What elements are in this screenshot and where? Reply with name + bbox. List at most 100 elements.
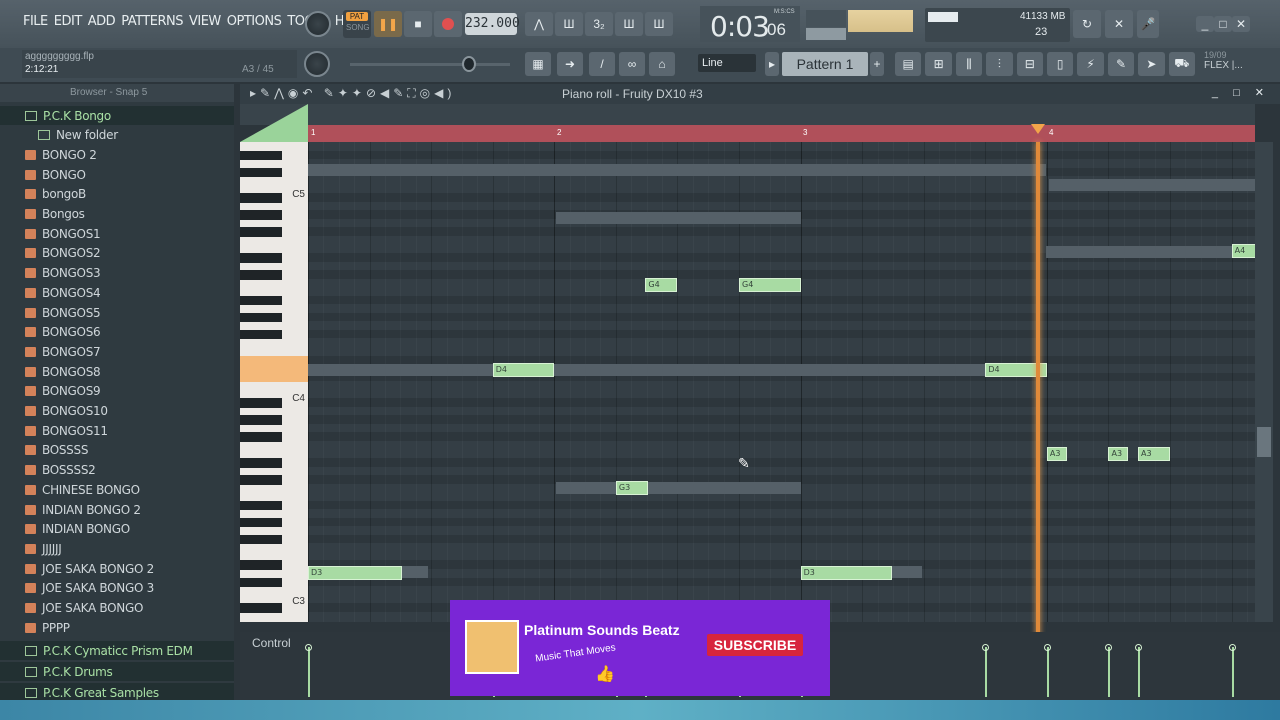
minimize-button[interactable]: _ (1196, 16, 1214, 32)
velocity-handle[interactable] (982, 644, 990, 651)
browser-item[interactable]: BONGOS10 (0, 402, 234, 421)
arrow-button[interactable]: ➜ (557, 52, 583, 76)
velocity-stem[interactable] (1046, 647, 1049, 697)
channel-rack-icon[interactable]: ⊞ (925, 52, 952, 76)
master-volume-knob[interactable] (305, 11, 331, 37)
browser-item[interactable]: bongoB (0, 185, 234, 204)
velocity-handle[interactable] (1228, 644, 1236, 651)
browser-item[interactable]: JOE SAKA BONGO 2 (0, 559, 234, 578)
black-key[interactable] (240, 227, 282, 237)
black-key[interactable] (240, 329, 282, 340)
note[interactable]: A3 (1108, 447, 1129, 461)
brush-button[interactable]: / (589, 52, 615, 76)
menu-options[interactable]: OPTIONS (224, 14, 285, 29)
pattern-prev-button[interactable]: ▸ (765, 52, 779, 76)
velocity-handle[interactable] (1105, 644, 1113, 651)
black-key[interactable] (240, 560, 282, 570)
browser-item[interactable]: P.C.K Drums (0, 662, 234, 681)
note[interactable]: D3 (800, 566, 892, 580)
browser-item[interactable]: BONGOS11 (0, 421, 234, 440)
browser-item[interactable]: JJJJJJ (0, 539, 234, 558)
velocity-stem[interactable] (308, 647, 310, 697)
undo-history-button[interactable]: ↻ (1073, 10, 1101, 38)
master-pitch-handle[interactable] (462, 56, 476, 72)
tempo-display[interactable]: 232.000 (465, 13, 520, 35)
snap-select[interactable]: Line (698, 54, 756, 72)
add-pattern-button[interactable]: + (870, 52, 884, 76)
browser-item[interactable]: PPPP (0, 618, 234, 637)
pattern-selector[interactable]: Pattern 1 (782, 52, 868, 76)
black-key[interactable] (240, 517, 282, 528)
black-key[interactable] (240, 432, 282, 442)
menu-add[interactable]: ADD (85, 14, 118, 29)
black-key[interactable] (240, 457, 282, 468)
online-button[interactable]: ✕ (1105, 10, 1133, 38)
menu-patterns[interactable]: PATTERNS (118, 14, 186, 29)
black-key[interactable] (240, 475, 282, 485)
active-key[interactable] (240, 356, 308, 382)
wait-input-button[interactable]: Ш (555, 12, 583, 36)
note[interactable]: D4 (492, 363, 555, 377)
piano-roll-button[interactable]: ▦ (525, 52, 551, 76)
browser-item[interactable]: JOE SAKA BONGO 3 (0, 579, 234, 598)
browser-item[interactable]: BONGOS5 (0, 303, 234, 322)
browser-item[interactable]: BONGOS4 (0, 283, 234, 302)
menu-view[interactable]: VIEW (186, 14, 224, 29)
black-key[interactable] (240, 295, 282, 306)
note-grid[interactable]: G4 G4 D4 D4 A4 A3 A3 A3 G3 D3 D3 (308, 142, 1255, 622)
velocity-handle[interactable] (305, 644, 312, 651)
master-pitch-slider[interactable] (350, 63, 510, 66)
close-button[interactable]: ✕ (1232, 16, 1250, 32)
note[interactable]: A3 (1138, 447, 1171, 461)
browser-item[interactable]: BONGOS9 (0, 382, 234, 401)
stop-button[interactable]: ■ (404, 11, 432, 37)
menu-file[interactable]: FILE (20, 14, 51, 29)
velocity-stem[interactable] (985, 647, 988, 697)
browser-item[interactable]: BONGO (0, 165, 234, 184)
note[interactable]: A3 (1046, 447, 1067, 461)
velocity-stem[interactable] (1231, 647, 1234, 697)
step-edit-button[interactable]: Ш (615, 12, 643, 36)
black-key[interactable] (240, 167, 282, 178)
note[interactable]: A4 (1231, 244, 1255, 258)
piano-keyboard[interactable]: C5 C4 C3 (240, 142, 308, 622)
velocity-stem[interactable] (1108, 647, 1111, 697)
browser-item[interactable]: BONGO 2 (0, 145, 234, 164)
playlist-icon[interactable]: ▤ (895, 52, 922, 76)
subscribe-button[interactable]: SUBSCRIBE (707, 634, 803, 656)
black-key[interactable] (240, 150, 282, 161)
velocity-handle[interactable] (1135, 644, 1143, 651)
news-panel[interactable]: 19/09 FLEX |... (1204, 50, 1256, 78)
timeline-ruler[interactable]: 1 2 3 4 (308, 125, 1255, 142)
browser-item[interactable]: BOSSSS (0, 441, 234, 460)
plugin-icon[interactable]: ⚡ (1077, 52, 1104, 76)
browser-item[interactable]: BOSSSS2 (0, 461, 234, 480)
browser-item[interactable]: INDIAN BONGO (0, 520, 234, 539)
send-icon[interactable]: ➤ (1138, 52, 1165, 76)
browser-item[interactable]: BONGOS7 (0, 342, 234, 361)
brush-icon[interactable]: ✎ (1107, 52, 1135, 76)
browser-item[interactable]: INDIAN BONGO 2 (0, 500, 234, 519)
black-key[interactable] (240, 577, 282, 588)
vertical-scrollbar[interactable] (1255, 142, 1273, 622)
piano-roll-icon[interactable]: ⫶ (986, 52, 1013, 76)
maximize-button[interactable]: □ (1214, 16, 1232, 32)
browser-item[interactable]: BONGOS6 (0, 323, 234, 342)
velocity-handle[interactable] (1043, 644, 1051, 651)
browser-item[interactable]: New folder (0, 126, 234, 145)
note[interactable]: D3 (308, 566, 402, 580)
browser-item[interactable]: BONGOS2 (0, 244, 234, 263)
stamp-button[interactable]: ⌂ (649, 52, 675, 76)
note[interactable]: G4 (645, 278, 678, 292)
browser-item[interactable]: BONGOS8 (0, 362, 234, 381)
microphone-icon[interactable]: 🎤 (1137, 10, 1159, 38)
black-key[interactable] (240, 500, 282, 511)
link-button[interactable]: ∞ (619, 52, 645, 76)
black-key[interactable] (240, 210, 282, 220)
browser-item[interactable]: Bongos (0, 205, 234, 224)
black-key[interactable] (240, 270, 282, 280)
cart-icon[interactable]: ⛟ (1168, 52, 1196, 76)
browser-item[interactable]: BONGOS1 (0, 224, 234, 243)
piano-roll-window-buttons[interactable]: _ □ ✕ (1212, 86, 1270, 99)
black-key[interactable] (240, 312, 282, 323)
